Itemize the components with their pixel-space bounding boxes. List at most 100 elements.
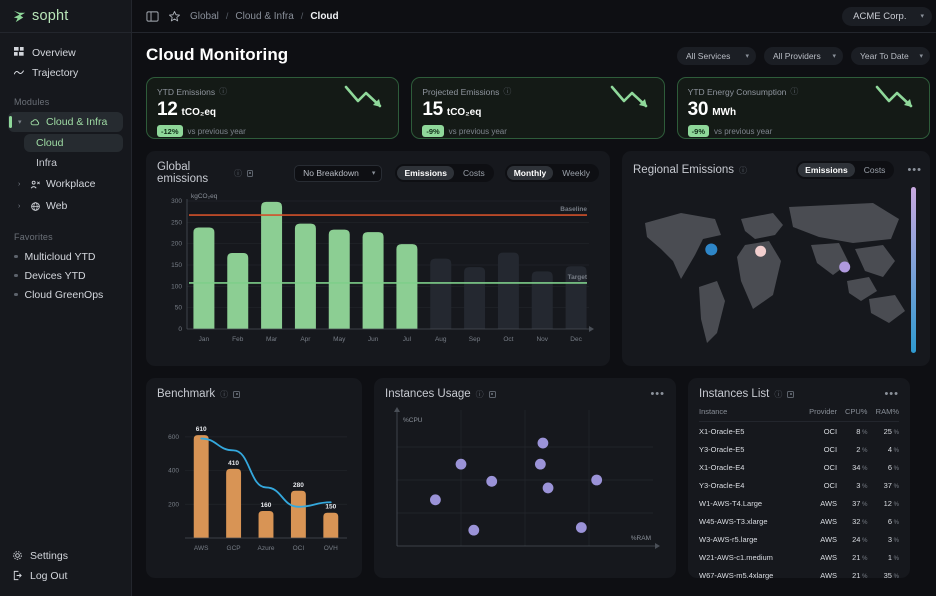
trend-down-arrow-icon xyxy=(875,85,913,108)
breadcrumb-item-global[interactable]: Global xyxy=(190,11,219,22)
svg-text:OCI: OCI xyxy=(293,545,305,552)
info-icon[interactable]: ⓘ xyxy=(790,86,798,97)
table-row[interactable]: W3-AWS-r5.large AWS 24 % 3 % xyxy=(699,530,899,548)
bullet-icon xyxy=(14,254,18,259)
panel-header: Instances Usage ⓘ ••• xyxy=(385,388,665,400)
cell-provider: OCI xyxy=(823,462,838,472)
table-row[interactable]: X1-Oracle-E5 OCI 8 % 25 % xyxy=(699,422,899,441)
table-row[interactable]: W21-AWS-c1.medium AWS 21 % 1 % xyxy=(699,548,899,566)
sidebar-favorite-devices-ytd[interactable]: Devices YTD xyxy=(0,266,131,285)
kpi-card-projected-emissions[interactable]: Projected Emissions ⓘ 15 tCO₂eq -9% vs p… xyxy=(411,77,665,139)
kpi-value: 12 xyxy=(157,99,178,120)
column-instance[interactable]: Instance xyxy=(699,407,800,422)
toggle-costs[interactable]: Costs xyxy=(857,163,893,177)
kpi-delta-note: vs previous year xyxy=(448,126,507,136)
info-icon[interactable]: ⓘ xyxy=(774,389,782,400)
info-icon[interactable]: ⓘ xyxy=(234,168,242,179)
toggle-emissions[interactable]: Emissions xyxy=(397,166,454,180)
kpi-value: 30 xyxy=(687,99,709,120)
column-cpu[interactable]: CPU% xyxy=(837,407,868,422)
breakdown-select[interactable]: No Breakdown ▾ xyxy=(294,164,383,182)
svg-text:Jan: Jan xyxy=(199,336,210,343)
expand-icon[interactable] xyxy=(246,169,254,177)
cell-provider: OCI xyxy=(823,480,838,490)
filter-services[interactable]: All Services ▾ xyxy=(677,47,756,65)
panel-title: Benchmark xyxy=(157,388,216,400)
chevron-down-icon: ▾ xyxy=(371,170,376,177)
sidebar-item-web[interactable]: › Web xyxy=(8,196,123,216)
panel-menu-icon[interactable]: ••• xyxy=(650,388,665,400)
expand-icon[interactable] xyxy=(488,390,496,398)
sidebar-item-trajectory[interactable]: Trajectory xyxy=(8,63,123,82)
table-row[interactable]: W67-AWS-m5.4xlarge AWS 21 % 35 % xyxy=(699,566,899,584)
kpi-card-ytd-energy-consumption[interactable]: YTD Energy Consumption ⓘ 30 MWh -9% vs p… xyxy=(676,77,930,139)
percent-symbol: % xyxy=(860,429,868,436)
svg-text:50: 50 xyxy=(175,305,183,312)
cell-instance: W3-AWS-r5.large xyxy=(699,534,758,544)
info-icon[interactable]: ⓘ xyxy=(503,86,511,97)
filter-period[interactable]: Year To Date ▾ xyxy=(851,47,930,65)
org-selector[interactable]: ACME Corp. ▾ xyxy=(842,6,932,26)
percent-symbol: % xyxy=(891,447,899,454)
sidebar-section-favorites: Favorites xyxy=(14,232,53,242)
star-icon[interactable] xyxy=(168,10,181,23)
expand-icon[interactable] xyxy=(233,390,241,398)
table-row[interactable]: Y3-Oracle-E5 OCI 2 % 4 % xyxy=(699,440,899,458)
cloud-icon xyxy=(30,118,40,125)
toggle-weekly[interactable]: Weekly xyxy=(555,166,597,180)
toggle-monthly[interactable]: Monthly xyxy=(506,166,554,180)
sidebar-item-logout[interactable]: Log Out xyxy=(6,566,131,585)
svg-text:Feb: Feb xyxy=(232,336,244,343)
sidebar-item-label: Web xyxy=(46,200,68,212)
percent-symbol: % xyxy=(891,573,899,580)
sidebar-subitem-infra[interactable]: Infra xyxy=(24,154,123,172)
info-icon[interactable]: ⓘ xyxy=(476,389,484,400)
column-provider[interactable]: Provider xyxy=(799,407,838,422)
sidebar-subitem-cloud[interactable]: Cloud xyxy=(24,134,123,152)
sidebar-item-overview[interactable]: Overview xyxy=(8,43,123,62)
svg-text:150: 150 xyxy=(325,504,336,511)
sidebar-favorite-cloud-greenops[interactable]: Cloud GreenOps xyxy=(0,285,131,304)
sidebar-item-settings[interactable]: Settings xyxy=(6,546,131,565)
expand-icon[interactable] xyxy=(787,390,795,398)
cell-instance: Y3-Oracle-E5 xyxy=(699,444,745,454)
cell-ram: 37 % xyxy=(883,480,899,490)
kpi-footer: -12% vs previous year xyxy=(157,125,388,137)
filter-label: Year To Date xyxy=(860,51,909,61)
sidebar-toggle-icon[interactable] xyxy=(146,10,159,23)
info-icon[interactable]: ⓘ xyxy=(739,165,747,176)
percent-symbol: % xyxy=(891,555,899,562)
info-icon[interactable]: ⓘ xyxy=(220,389,228,400)
percent-symbol: % xyxy=(860,555,868,562)
svg-text:Mar: Mar xyxy=(266,336,278,343)
column-ram[interactable]: RAM% xyxy=(867,407,899,422)
chevron-down-icon: ▾ xyxy=(920,13,924,20)
percent-symbol: % xyxy=(860,465,868,472)
table-row[interactable]: W1-AWS-T4.Large AWS 37 % 12 % xyxy=(699,494,899,512)
sidebar-item-workplace[interactable]: › Workplace xyxy=(8,174,123,194)
sidebar-favorite-multicloud-ytd[interactable]: Multicloud YTD xyxy=(0,247,131,266)
chevron-right-icon: › xyxy=(18,180,21,188)
table-row[interactable]: Y3-Oracle-E4 OCI 3 % 37 % xyxy=(699,476,899,494)
breadcrumb-item-cloud[interactable]: Cloud xyxy=(310,11,338,22)
svg-text:Oct: Oct xyxy=(503,336,513,343)
panel-menu-icon[interactable]: ••• xyxy=(884,388,899,400)
filter-bar: All Services ▾ All Providers ▾ Year To D… xyxy=(677,47,930,65)
panel-global-emissions: Global emissions ⓘ No Breakdown ▾ Emissi… xyxy=(146,151,610,366)
sidebar-item-cloud-and-infra[interactable]: ▾ Cloud & Infra xyxy=(8,112,123,132)
toggle-costs[interactable]: Costs xyxy=(456,166,492,180)
page-content: Cloud Monitoring All Services ▾ All Prov… xyxy=(132,33,936,596)
brand[interactable]: sopht xyxy=(0,0,131,33)
toggle-emissions[interactable]: Emissions xyxy=(798,163,855,177)
info-icon[interactable]: ⓘ xyxy=(219,86,227,97)
breadcrumb-item-cloud-infra[interactable]: Cloud & Infra xyxy=(235,11,293,22)
panel-title: Instances List xyxy=(699,388,770,400)
kpi-card-ytd-emissions[interactable]: YTD Emissions ⓘ 12 tCO₂eq -12% vs previo… xyxy=(146,77,400,139)
kpi-cards: YTD Emissions ⓘ 12 tCO₂eq -12% vs previo… xyxy=(146,77,930,139)
table-row[interactable]: X1-Oracle-E4 OCI 34 % 6 % xyxy=(699,458,899,476)
filter-label: All Providers xyxy=(773,51,821,61)
filter-providers[interactable]: All Providers ▾ xyxy=(764,47,843,65)
table-row[interactable]: W45-AWS-T3.xlarge AWS 32 % 6 % xyxy=(699,512,899,530)
panel-menu-icon[interactable]: ••• xyxy=(907,164,922,176)
chevron-right-icon: › xyxy=(18,202,21,210)
